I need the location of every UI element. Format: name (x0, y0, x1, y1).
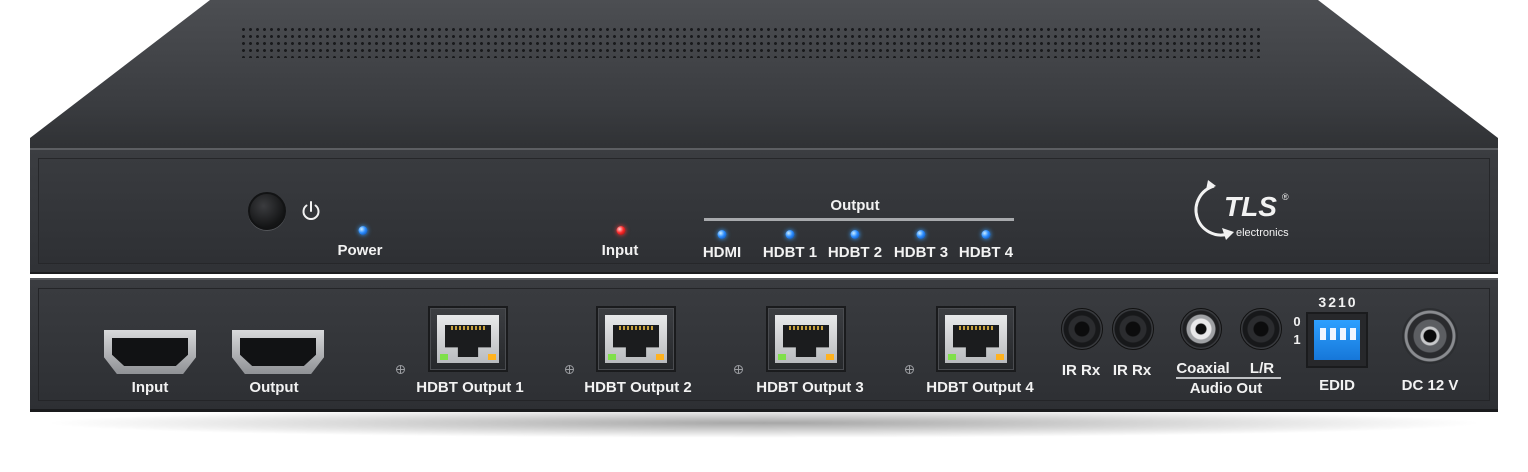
output-label-hdbt4: HDBT 4 (958, 244, 1014, 261)
screw-icon (396, 365, 405, 374)
lr-label: L/R (1249, 360, 1275, 377)
hdmi-input-port[interactable] (104, 330, 196, 374)
input-led (616, 226, 626, 235)
output-group-line (704, 218, 1014, 221)
dip-state-0-label: 0 (1293, 314, 1301, 329)
hdbt-output-2-port[interactable] (596, 306, 676, 372)
dc-power-label: DC 12 V (1401, 377, 1459, 394)
logo-brand-sub: electronics (1236, 227, 1289, 239)
output-group-label: Output (830, 197, 880, 214)
dip-switch-2[interactable] (1330, 328, 1336, 340)
output-led-hdmi (717, 230, 727, 239)
power-label: Power (337, 242, 383, 259)
coaxial-audio-jack[interactable] (1180, 308, 1222, 350)
hdbt-output-3-label: HDBT Output 3 (756, 379, 864, 396)
output-label-hdbt2: HDBT 2 (827, 244, 883, 261)
dip-switch-3[interactable] (1320, 328, 1326, 340)
power-button[interactable] (248, 192, 286, 230)
logo-registered: ® (1282, 192, 1289, 202)
dip-switch-0[interactable] (1350, 328, 1356, 340)
ventilation-grille (240, 26, 1262, 58)
dip-state-1-label: 1 (1293, 332, 1301, 347)
audio-out-label: Audio Out (1189, 380, 1263, 397)
screw-icon (565, 365, 574, 374)
output-label-hdbt1: HDBT 1 (762, 244, 818, 261)
hdbt-output-3-port[interactable] (766, 306, 846, 372)
top-lid (30, 0, 1498, 150)
hdbt-output-1-label: HDBT Output 1 (416, 379, 524, 396)
hdbaset-splitter-device: Power Input Output HDMI HDBT 1 HDBT 2 HD… (0, 0, 1528, 472)
logo-brand-main: TLS (1224, 191, 1277, 222)
audio-out-underline (1176, 377, 1281, 379)
coaxial-label: Coaxial (1176, 360, 1230, 377)
tls-logo: TLS ® electronics (1194, 180, 1289, 240)
hdbt-output-4-label: HDBT Output 4 (926, 379, 1034, 396)
dc-power-jack[interactable] (1402, 308, 1458, 364)
screw-icon (734, 365, 743, 374)
hdbt-output-4-port[interactable] (936, 306, 1016, 372)
device-shadow (40, 408, 1488, 438)
dip-switch-numbers: 3210 (1318, 294, 1358, 310)
screw-icon (905, 365, 914, 374)
hdmi-output-label: Output (249, 379, 299, 396)
power-led (358, 226, 368, 235)
hdbt-output-1-port[interactable] (428, 306, 508, 372)
ir-rx-jack-2[interactable] (1112, 308, 1154, 350)
output-led-hdbt4 (981, 230, 991, 239)
hdbt-output-2-label: HDBT Output 2 (584, 379, 692, 396)
ir-rx-label-2: IR Rx (1112, 362, 1152, 379)
ir-rx-jack-1[interactable] (1061, 308, 1103, 350)
output-led-hdbt2 (850, 230, 860, 239)
dip-switch-1[interactable] (1340, 328, 1346, 340)
power-icon (302, 201, 320, 220)
output-led-hdbt1 (785, 230, 795, 239)
edid-label: EDID (1319, 377, 1355, 394)
edid-dip-switch[interactable] (1306, 312, 1368, 368)
lr-audio-jack[interactable] (1240, 308, 1282, 350)
output-led-hdbt3 (916, 230, 926, 239)
output-label-hdbt3: HDBT 3 (893, 244, 949, 261)
input-label: Input (601, 242, 639, 259)
output-label-hdmi: HDMI (702, 244, 742, 261)
hdmi-input-label: Input (131, 379, 169, 396)
ir-rx-label-1: IR Rx (1061, 362, 1101, 379)
dip-switch-body (1314, 320, 1360, 360)
hdmi-output-port[interactable] (232, 330, 324, 374)
